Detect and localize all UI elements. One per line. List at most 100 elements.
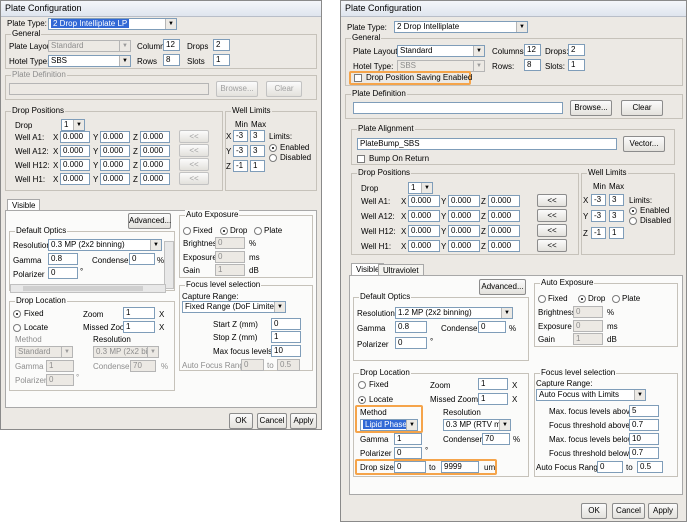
- plate-type-dropdown[interactable]: 2 Drop Intelliplate LP ▼: [48, 18, 177, 30]
- columns-field[interactable]: 12: [524, 44, 541, 56]
- method-dropdown[interactable]: Lipid Phase ▼: [360, 419, 418, 431]
- polarizer-field[interactable]: 0: [48, 267, 78, 279]
- copy-position-button[interactable]: <<: [537, 194, 567, 207]
- limits-disabled-radio[interactable]: [269, 154, 277, 162]
- x-min-field[interactable]: -3: [233, 130, 248, 142]
- well-z-field[interactable]: 0.000: [488, 195, 520, 207]
- max-focus-above-field[interactable]: 5: [629, 405, 659, 417]
- x-min-field[interactable]: -3: [591, 194, 606, 206]
- condenser-field[interactable]: 0: [129, 253, 155, 265]
- plate-alignment-field[interactable]: PlateBump_SBS: [357, 138, 617, 150]
- afr-max-field[interactable]: 0.5: [637, 461, 663, 473]
- cancel-button[interactable]: Cancel: [257, 413, 287, 429]
- location-condenser-field[interactable]: 70: [482, 433, 510, 445]
- limits-disabled-radio[interactable]: [629, 217, 637, 225]
- column-field[interactable]: 12: [163, 39, 180, 51]
- drop-dropdown[interactable]: 1 ▼: [408, 182, 433, 194]
- y-min-field[interactable]: -3: [233, 145, 248, 157]
- afr-min-field[interactable]: 0: [597, 461, 623, 473]
- well-x-field[interactable]: 0.000: [408, 210, 440, 222]
- start-z-field[interactable]: 0: [271, 318, 301, 330]
- gain-field[interactable]: 1: [215, 264, 245, 276]
- y-max-field[interactable]: 3: [609, 210, 624, 222]
- resolution-dropdown[interactable]: 0.3 MP (2x2 binning) ▼: [48, 239, 162, 251]
- well-y-field[interactable]: 0.000: [448, 240, 480, 252]
- slots-field[interactable]: 1: [568, 59, 585, 71]
- drop-size-min-field[interactable]: 0: [394, 461, 426, 473]
- advanced-button[interactable]: Advanced...: [479, 279, 526, 295]
- well-y-field[interactable]: 0.000: [100, 131, 130, 143]
- x-max-field[interactable]: 3: [609, 194, 624, 206]
- zoom-field[interactable]: 1: [478, 378, 508, 390]
- well-y-field[interactable]: 0.000: [448, 225, 480, 237]
- location-locate-radio[interactable]: [358, 396, 366, 404]
- exposure-drop-radio[interactable]: [578, 295, 586, 303]
- gamma-field[interactable]: 0.8: [395, 321, 427, 333]
- apply-button[interactable]: Apply: [648, 503, 678, 519]
- well-y-field[interactable]: 0.000: [448, 195, 480, 207]
- well-z-field[interactable]: 0.000: [140, 145, 170, 157]
- exposure-plate-radio[interactable]: [254, 227, 262, 235]
- vertical-scrollbar[interactable]: [164, 241, 174, 289]
- focus-threshold-above-field[interactable]: 0.7: [629, 419, 659, 431]
- location-resolution-dropdown[interactable]: 0.3 MP (RTV mod ▼: [443, 419, 511, 431]
- well-z-field[interactable]: 0.000: [140, 159, 170, 171]
- apply-button[interactable]: Apply: [290, 413, 317, 429]
- drop-dropdown[interactable]: 1 ▼: [61, 119, 85, 131]
- advanced-button[interactable]: Advanced...: [128, 213, 171, 229]
- copy-position-button[interactable]: <<: [537, 209, 567, 222]
- missed-zoom-field[interactable]: 1: [123, 321, 155, 333]
- vector-button[interactable]: Vector...: [623, 136, 665, 152]
- location-polarizer-field[interactable]: 0: [394, 447, 422, 459]
- afr-min-field[interactable]: 0: [241, 359, 264, 371]
- well-y-field[interactable]: 0.000: [448, 210, 480, 222]
- plate-definition-field[interactable]: [9, 83, 209, 95]
- copy-position-button[interactable]: <<: [179, 130, 209, 143]
- well-z-field[interactable]: 0.000: [140, 173, 170, 185]
- exposure-plate-radio[interactable]: [612, 295, 620, 303]
- well-y-field[interactable]: 0.000: [100, 145, 130, 157]
- well-y-field[interactable]: 0.000: [100, 173, 130, 185]
- copy-position-button[interactable]: <<: [537, 239, 567, 252]
- plate-layout-dropdown[interactable]: Standard ▼: [397, 45, 485, 57]
- well-x-field[interactable]: 0.000: [60, 159, 90, 171]
- exposure-drop-radio[interactable]: [220, 227, 228, 235]
- z-max-field[interactable]: 1: [250, 160, 265, 172]
- location-condenser-field[interactable]: 70: [130, 360, 156, 372]
- drop-position-saving-checkbox[interactable]: [354, 74, 362, 82]
- slots-field[interactable]: 1: [213, 54, 230, 66]
- exposure-field[interactable]: 0: [573, 320, 603, 332]
- well-x-field[interactable]: 0.000: [408, 240, 440, 252]
- well-z-field[interactable]: 0.000: [488, 225, 520, 237]
- gamma-field[interactable]: 0.8: [48, 253, 78, 265]
- condenser-field[interactable]: 0: [478, 321, 506, 333]
- well-x-field[interactable]: 0.000: [60, 131, 90, 143]
- x-max-field[interactable]: 3: [250, 130, 265, 142]
- capture-range-dropdown[interactable]: Auto Focus with Limits ▼: [536, 389, 646, 401]
- well-x-field[interactable]: 0.000: [408, 195, 440, 207]
- z-min-field[interactable]: -1: [233, 160, 248, 172]
- y-max-field[interactable]: 3: [250, 145, 265, 157]
- exposure-fixed-radio[interactable]: [183, 227, 191, 235]
- copy-position-button[interactable]: <<: [179, 144, 209, 157]
- horizontal-scrollbar[interactable]: [10, 284, 166, 293]
- location-resolution-dropdown[interactable]: 0.3 MP (2x2 binn ▼: [93, 346, 159, 358]
- well-z-field[interactable]: 0.000: [140, 131, 170, 143]
- plate-definition-field[interactable]: [353, 102, 563, 114]
- well-z-field[interactable]: 0.000: [488, 240, 520, 252]
- copy-position-button[interactable]: <<: [537, 224, 567, 237]
- z-min-field[interactable]: -1: [591, 227, 606, 239]
- well-z-field[interactable]: 0.000: [488, 210, 520, 222]
- plate-layout-dropdown[interactable]: Standard ▼: [48, 40, 131, 52]
- focus-threshold-below-field[interactable]: 0.7: [629, 447, 659, 459]
- capture-range-dropdown[interactable]: Fixed Range (DoF Limited) ▼: [182, 301, 286, 313]
- limits-enabled-radio[interactable]: [269, 144, 277, 152]
- location-fixed-radio[interactable]: [358, 381, 366, 389]
- clear-button[interactable]: Clear: [621, 100, 663, 116]
- limits-enabled-radio[interactable]: [629, 207, 637, 215]
- well-x-field[interactable]: 0.000: [60, 145, 90, 157]
- max-focus-levels-field[interactable]: 10: [271, 345, 301, 357]
- max-focus-below-field[interactable]: 10: [629, 433, 659, 445]
- clear-button[interactable]: Clear: [266, 81, 302, 97]
- bump-on-return-checkbox[interactable]: [357, 155, 365, 163]
